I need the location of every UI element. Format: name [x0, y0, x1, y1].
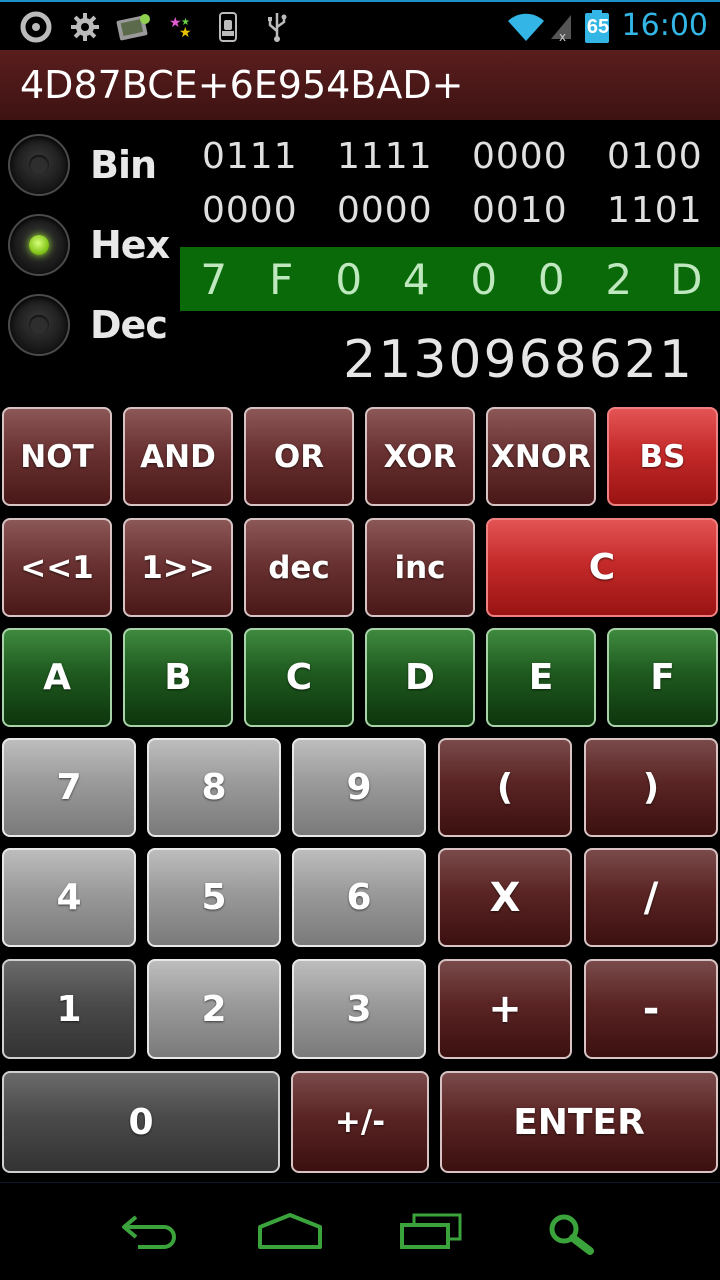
- gear-icon: [68, 10, 102, 44]
- svg-text:★: ★: [181, 17, 190, 28]
- shift-left-button[interactable]: <<1: [2, 518, 112, 617]
- recents-icon[interactable]: [398, 1211, 466, 1256]
- negate-button[interactable]: +/-: [291, 1071, 429, 1173]
- home-icon[interactable]: [256, 1211, 324, 1256]
- radio-dot: [29, 155, 49, 175]
- hex-digit: 2: [605, 254, 633, 304]
- binary-nibble: 1111: [337, 136, 433, 177]
- usb-icon: [262, 10, 292, 44]
- digit-1-button[interactable]: 1: [2, 959, 136, 1059]
- no-signal-icon: x: [548, 10, 574, 44]
- digit-4-button[interactable]: 4: [2, 848, 136, 947]
- radio-bin-button[interactable]: [8, 134, 70, 196]
- digit-7-button[interactable]: 7: [2, 738, 136, 837]
- backspace-button[interactable]: BS: [607, 407, 718, 506]
- binary-nibble: 0111: [202, 136, 298, 177]
- binary-nibble: 0100: [607, 136, 703, 177]
- multiply-button[interactable]: X: [438, 848, 572, 947]
- radio-dec-button[interactable]: [8, 294, 70, 356]
- digit-5-button[interactable]: 5: [147, 848, 281, 947]
- hex-b-button[interactable]: B: [123, 628, 233, 727]
- binary-nibble: 0000: [472, 136, 568, 177]
- minus-button[interactable]: -: [584, 959, 718, 1059]
- not-button[interactable]: NOT: [2, 407, 112, 506]
- digit-2-button[interactable]: 2: [147, 959, 281, 1059]
- binary-nibble: 0000: [202, 190, 298, 231]
- digit-9-button[interactable]: 9: [292, 738, 426, 837]
- status-bar: ★ ★ ★ x 65 16:00: [0, 0, 720, 50]
- radio-dot: [29, 235, 49, 255]
- plus-button[interactable]: +: [438, 959, 572, 1059]
- enter-button[interactable]: ENTER: [440, 1071, 718, 1173]
- radio-dec-label: Dec: [90, 303, 168, 347]
- digit-8-button[interactable]: 8: [147, 738, 281, 837]
- divide-button[interactable]: /: [584, 848, 718, 947]
- binary-nibble: 0000: [337, 190, 433, 231]
- increment-button[interactable]: inc: [365, 518, 475, 617]
- search-icon[interactable]: [546, 1211, 598, 1260]
- hex-e-button[interactable]: E: [486, 628, 596, 727]
- digit-3-button[interactable]: 3: [292, 959, 426, 1059]
- expression-display: 4D87BCE+6E954BAD+: [0, 50, 720, 120]
- battery-level: 65: [586, 16, 610, 38]
- android-debug-icon: [212, 10, 244, 44]
- hex-a-button[interactable]: A: [2, 628, 112, 727]
- binary-nibble: 0010: [472, 190, 568, 231]
- hex-digit: D: [670, 254, 703, 304]
- decrement-button[interactable]: dec: [244, 518, 354, 617]
- hex-digit: 0: [335, 254, 363, 304]
- shift-right-button[interactable]: 1>>: [123, 518, 233, 617]
- xor-button[interactable]: XOR: [365, 407, 475, 506]
- binary-row-2: 0000 0000 0010 1101: [180, 190, 720, 231]
- hex-digit: F: [269, 254, 294, 304]
- hex-f-button[interactable]: F: [607, 628, 718, 727]
- radio-bin-label: Bin: [90, 143, 157, 187]
- hex-digit: 0: [537, 254, 565, 304]
- hex-digit: 7: [200, 254, 228, 304]
- close-paren-button[interactable]: ): [584, 738, 718, 837]
- or-button[interactable]: OR: [244, 407, 354, 506]
- xnor-button[interactable]: XNOR: [486, 407, 596, 506]
- radio-hex-button[interactable]: [8, 214, 70, 276]
- stars-icon: ★ ★ ★: [166, 10, 196, 44]
- radio-hex-label: Hex: [90, 223, 170, 267]
- hex-digit: 4: [402, 254, 430, 304]
- svg-text:x: x: [559, 30, 566, 43]
- clock: 16:00: [621, 8, 708, 43]
- circle-app-icon: [18, 10, 54, 44]
- wifi-icon: [506, 10, 546, 44]
- radio-dot: [29, 315, 49, 335]
- digit-6-button[interactable]: 6: [292, 848, 426, 947]
- photo-icon: [114, 10, 154, 44]
- radio-bin[interactable]: Bin: [8, 134, 157, 196]
- navigation-bar: [0, 1182, 720, 1280]
- hex-d-button[interactable]: D: [365, 628, 475, 727]
- expression-text: 4D87BCE+6E954BAD+: [20, 63, 464, 107]
- hex-c-button[interactable]: C: [244, 628, 354, 727]
- radio-dec[interactable]: Dec: [8, 294, 168, 356]
- open-paren-button[interactable]: (: [438, 738, 572, 837]
- hex-digit: 0: [470, 254, 498, 304]
- and-button[interactable]: AND: [123, 407, 233, 506]
- binary-nibble: 1101: [607, 190, 703, 231]
- binary-row-1: 0111 1111 0000 0100: [180, 136, 720, 177]
- back-icon[interactable]: [118, 1211, 182, 1256]
- decimal-display: 2130968621: [343, 330, 694, 390]
- clear-button[interactable]: C: [486, 518, 718, 617]
- hex-display: 7 F 0 4 0 0 2 D: [180, 247, 720, 311]
- digit-0-button[interactable]: 0: [2, 1071, 280, 1173]
- radio-hex[interactable]: Hex: [8, 214, 170, 276]
